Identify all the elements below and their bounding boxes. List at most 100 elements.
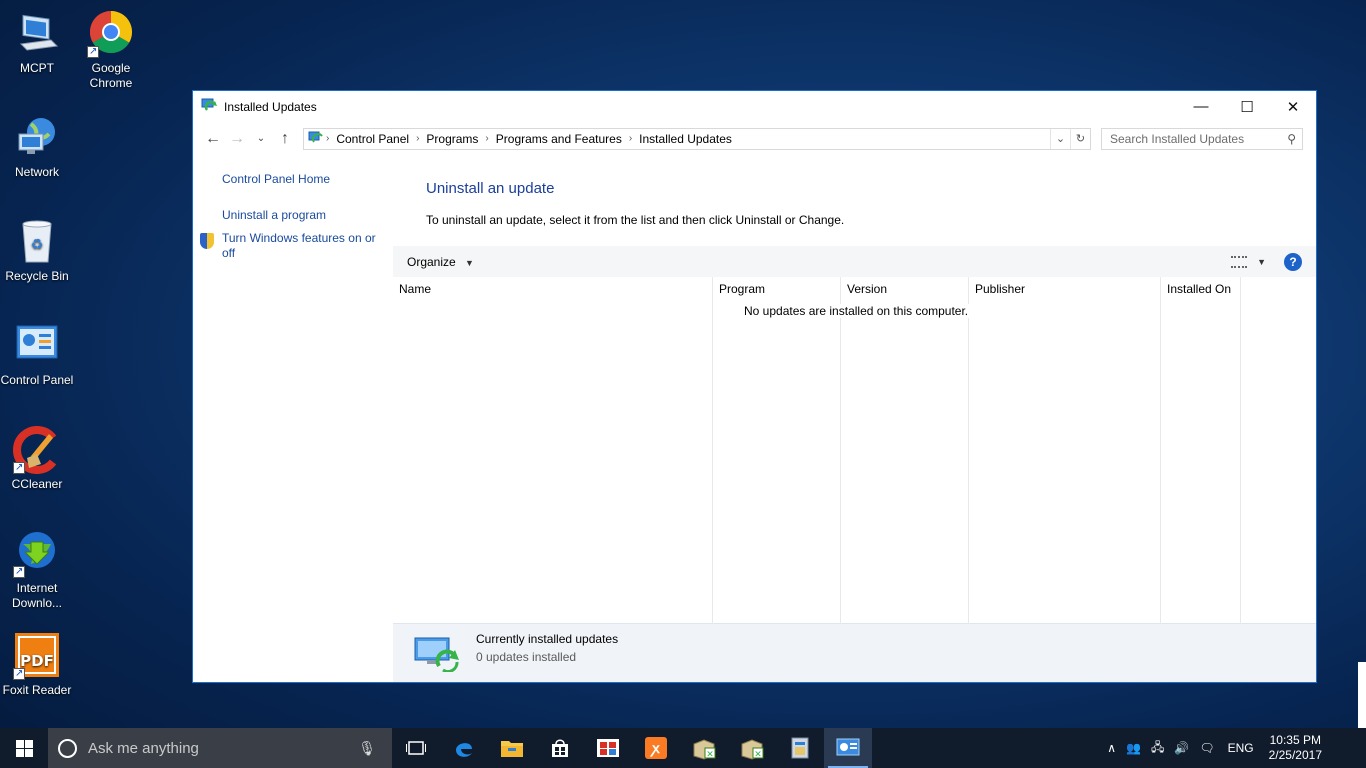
title-bar[interactable]: Installed Updates — ☐ ✕ — [193, 91, 1316, 122]
show-hidden-icons-chevron-icon[interactable]: ∧ — [1107, 741, 1116, 755]
breadcrumb-control-panel[interactable]: Control Panel — [336, 132, 409, 146]
organize-button[interactable]: Organize ▼ — [407, 255, 474, 269]
instructions-text: To uninstall an update, select it from t… — [426, 213, 845, 227]
action-center-button[interactable] — [1330, 728, 1366, 768]
recent-locations-chevron-icon[interactable]: ⌄ — [249, 133, 273, 144]
empty-list-message: No updates are installed on this compute… — [743, 304, 970, 318]
start-button[interactable] — [0, 728, 48, 768]
updates-list[interactable]: Name Program Version Publisher ⌄ Install… — [393, 277, 1316, 623]
maximize-button[interactable]: ☐ — [1224, 91, 1270, 122]
forward-arrow-icon[interactable]: → — [225, 130, 249, 148]
command-toolbar: Organize ▼ ▼ ? — [393, 246, 1316, 277]
microphone-icon[interactable]: 🎙 — [358, 740, 376, 757]
screen-edge-panel — [1358, 662, 1366, 728]
uac-shield-icon — [200, 233, 214, 249]
taskbar-control-panel-active[interactable] — [824, 728, 872, 768]
shortcut-arrow-icon — [87, 44, 99, 59]
turn-windows-features-link[interactable]: Turn Windows features on or off — [222, 231, 382, 261]
windows-logo-icon — [15, 739, 33, 757]
updates-monitor-icon — [413, 636, 461, 674]
foxit-reader-icon: PDF — [13, 632, 61, 681]
column-header-version[interactable]: Version — [841, 277, 887, 301]
taskbar-installer-1[interactable]: ✕ — [680, 728, 728, 768]
desktop-icon-foxit-reader[interactable]: PDF Foxit Reader — [0, 632, 74, 698]
taskbar: Ask me anything 🎙 ꭗ ✕ ✕ ∧ 👥 🖧 🔊 🗨 ENG 10… — [0, 728, 1366, 768]
desktop-icon-recycle-bin[interactable]: ♻ Recycle Bin — [0, 218, 74, 284]
change-view-icon[interactable] — [1231, 255, 1248, 268]
recycle-bin-icon: ♻ — [13, 218, 61, 266]
view-options-caret-icon[interactable]: ▼ — [1257, 257, 1266, 267]
breadcrumb-programs[interactable]: Programs — [426, 132, 478, 146]
taskbar-xampp[interactable]: ꭗ — [632, 728, 680, 768]
control-panel-icon — [13, 322, 61, 370]
volume-icon[interactable]: 🔊 — [1174, 741, 1189, 755]
desktop-icon-internet-download-manager[interactable]: Internet Downlo... — [0, 530, 74, 611]
language-indicator[interactable]: ENG — [1228, 741, 1254, 755]
back-arrow-icon[interactable]: ← — [201, 130, 225, 148]
taskbar-store[interactable] — [536, 728, 584, 768]
network-tray-icon[interactable]: 🖧 — [1151, 738, 1164, 759]
uninstall-a-program-link[interactable]: Uninstall a program — [222, 208, 326, 223]
app-windows-icon — [597, 739, 619, 757]
column-header-publisher[interactable]: Publisher — [969, 277, 1025, 301]
taskbar-file-explorer[interactable] — [488, 728, 536, 768]
cortana-placeholder: Ask me anything — [88, 739, 199, 757]
desktop-icon-ccleaner[interactable]: CCleaner — [0, 426, 74, 492]
desktop-icon-mcpt[interactable]: MCPT — [0, 10, 74, 76]
up-arrow-icon[interactable]: ↑ — [273, 130, 297, 148]
organize-dropdown-caret-icon: ▼ — [465, 257, 474, 268]
address-bar[interactable]: › Control Panel › Programs › Programs an… — [303, 127, 1091, 150]
taskbar-installer-2[interactable]: ✕ — [728, 728, 776, 768]
breadcrumb-separator-icon[interactable]: › — [485, 133, 488, 144]
svg-text:PDF: PDF — [20, 652, 54, 670]
desktop-icon-network[interactable]: Network — [0, 114, 74, 180]
breadcrumb-separator-icon[interactable]: › — [416, 133, 419, 144]
column-header-program[interactable]: Program — [713, 277, 765, 301]
cortana-icon — [58, 738, 77, 758]
column-divider[interactable] — [712, 277, 713, 623]
task-view-button[interactable] — [392, 728, 440, 768]
desktop-icon-label: Foxit Reader — [2, 683, 72, 697]
control-panel-icon — [836, 738, 860, 756]
edge-browser-icon — [456, 743, 472, 757]
minimize-button[interactable]: — — [1178, 91, 1224, 122]
taskbar-app-3[interactable] — [776, 728, 824, 768]
breadcrumb-installed-updates[interactable]: Installed Updates — [639, 132, 732, 146]
search-installed-updates-input[interactable]: Search Installed Updates ⚲ — [1101, 127, 1303, 150]
refresh-icon[interactable]: ↻ — [1070, 128, 1090, 149]
help-icon[interactable]: ? — [1284, 252, 1302, 271]
column-header-name[interactable]: Name — [393, 277, 431, 301]
store-icon — [552, 739, 568, 757]
column-divider[interactable] — [968, 277, 969, 623]
column-header-installed-on[interactable]: ⌄ Installed On — [1161, 277, 1231, 301]
details-pane: Currently installed updates 0 updates in… — [393, 623, 1316, 682]
system-tray: ∧ 👥 🖧 🔊 🗨 ENG 10:35 PM 2/25/2017 — [1102, 728, 1366, 768]
search-icon: ⚲ — [1287, 131, 1296, 146]
column-divider[interactable] — [840, 277, 841, 623]
breadcrumb-separator-icon[interactable]: › — [629, 133, 632, 144]
taskbar-edge[interactable] — [440, 728, 488, 768]
clock[interactable]: 10:35 PM 2/25/2017 — [1269, 733, 1322, 763]
column-divider[interactable] — [1240, 277, 1241, 623]
column-divider[interactable] — [1160, 277, 1161, 623]
breadcrumb-separator-icon[interactable]: › — [326, 133, 329, 144]
clock-time: 10:35 PM — [1269, 733, 1321, 747]
control-panel-home-link[interactable]: Control Panel Home — [222, 172, 330, 187]
xampp-icon: ꭗ — [645, 737, 667, 759]
desktop-icon-google-chrome[interactable]: Google Chrome — [74, 10, 148, 91]
cortana-search-box[interactable]: Ask me anything 🎙 — [48, 728, 392, 768]
address-dropdown-chevron-icon[interactable]: ⌄ — [1050, 128, 1070, 149]
clock-date: 2/25/2017 — [1268, 748, 1322, 762]
message-icon[interactable]: 🗨 — [1199, 741, 1214, 755]
desktop-icon-label: MCPT — [20, 61, 54, 75]
svg-text:✕: ✕ — [706, 750, 714, 760]
ccleaner-icon — [13, 426, 61, 475]
breadcrumb-programs-and-features[interactable]: Programs and Features — [496, 132, 622, 146]
taskbar-app-1[interactable] — [584, 728, 632, 768]
people-icon[interactable]: 👥 — [1126, 741, 1141, 755]
desktop-icon-control-panel[interactable]: Control Panel — [0, 322, 74, 388]
close-button[interactable]: ✕ — [1270, 91, 1316, 122]
address-row: ← → ⌄ ↑ › Control Panel › Programs › Pro… — [193, 122, 1316, 155]
installed-updates-window: Installed Updates — ☐ ✕ ← → ⌄ ↑ › Contro… — [192, 90, 1317, 683]
svg-text:♻: ♻ — [31, 237, 44, 253]
